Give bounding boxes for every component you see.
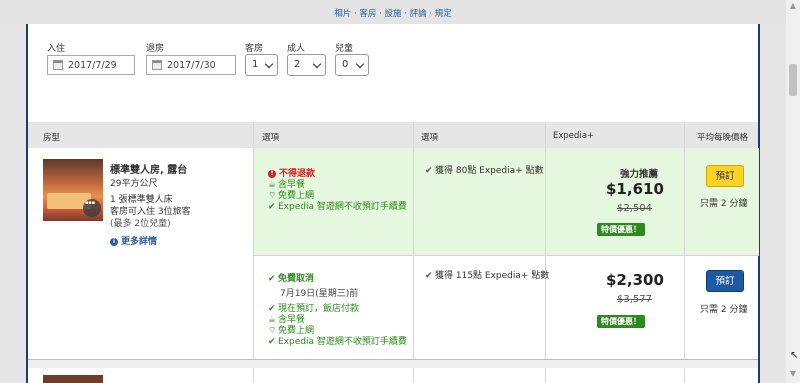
header-options-1: 選項: [262, 133, 280, 143]
check-icon: ✔: [425, 166, 433, 176]
check-icon: ✔: [268, 202, 276, 212]
header-expedia-plus: Expedia+: [553, 131, 595, 141]
rooms-label: 客房: [245, 44, 264, 54]
rate-1-deal-badge: 特價優惠！: [597, 223, 645, 236]
header-room-type: 房型: [43, 133, 61, 143]
children-value: 0: [342, 59, 349, 70]
no-fee-label: ✔ Expedia 智遊網不收預訂手續費: [268, 199, 407, 212]
room-children-note: (最多 2位兒童): [110, 219, 171, 229]
rate-2-option: Expedia 智遊網不收預訂手續費: [278, 337, 407, 347]
recommended-label: 強力推薦: [620, 169, 659, 180]
room-name: 標準雙人房, 露台: [110, 165, 188, 176]
rate-2-option: 免費取消: [278, 274, 315, 284]
row-divider: [253, 255, 759, 256]
no-fee-label: ✔ Expedia 智遊網不收預訂手續費: [268, 334, 407, 347]
chevron-down-icon: [355, 59, 365, 69]
rate-2-points-text: 獲得 115點 Expedia+ 點數: [435, 271, 550, 281]
rate-2-original-price: $3,577: [617, 294, 652, 305]
check-icon: ✔: [425, 271, 433, 281]
room-photo[interactable]: [43, 159, 103, 221]
rooms-select[interactable]: 1: [245, 54, 278, 76]
scroll-down-icon[interactable]: ▼: [787, 369, 799, 381]
rate-2-points: ✔ 獲得 115點 Expedia+ 點數: [425, 268, 549, 281]
calendar-icon: [152, 60, 162, 70]
rate-2-price: $2,300: [606, 271, 664, 289]
col-divider: [684, 122, 685, 383]
rate-2-deal-badge: 特價優惠！: [597, 315, 645, 328]
header-options-2: 選項: [421, 133, 439, 143]
adults-select[interactable]: 2: [287, 54, 326, 76]
more-details-link[interactable]: i 更多詳情: [110, 234, 157, 247]
col-divider: [253, 368, 254, 383]
rate-1-points-text: 獲得 80點 Expedia+ 點數: [435, 166, 544, 176]
rate-1-price: $1,610: [606, 180, 664, 198]
check-icon: ✔: [268, 274, 276, 284]
checkout-field[interactable]: 2017/7/30: [146, 55, 236, 75]
rate-1-points: ✔ 獲得 80點 Expedia+ 點數: [425, 163, 544, 176]
rate-1-original-price: $2,504: [617, 203, 652, 214]
col-divider: [545, 122, 546, 383]
gallery-icon[interactable]: [83, 199, 101, 217]
adults-label: 成人: [287, 44, 306, 54]
rate-2-urgency: 只需 2 分鐘: [700, 305, 748, 315]
free-cancel-label: ✔ 免費取消: [268, 271, 314, 284]
scrollbar-thumb[interactable]: [789, 64, 797, 96]
chevron-down-icon: [312, 59, 322, 69]
cancel-deadline: 7月19日(星期三)前: [280, 289, 359, 299]
checkin-label: 入住: [47, 44, 66, 54]
checkin-value: 2017/7/29: [68, 60, 117, 71]
col-divider: [253, 122, 254, 383]
children-label: 兒童: [335, 44, 354, 54]
rooms-value: 1: [252, 59, 259, 70]
scroll-up-icon[interactable]: ▲: [787, 1, 799, 13]
header-avg-price: 平均每晚價格: [697, 133, 749, 143]
calendar-icon: [53, 60, 63, 70]
chevron-down-icon: [264, 59, 274, 69]
room-size: 29平方公尺: [110, 179, 158, 189]
mouse-cursor-icon: ↖: [790, 350, 799, 361]
room-gap: [28, 360, 758, 368]
rate-1-urgency: 只需 2 分鐘: [700, 199, 748, 209]
children-select[interactable]: 0: [335, 54, 369, 76]
scrollbar[interactable]: [786, 0, 800, 383]
col-divider: [413, 122, 414, 383]
check-icon: ✔: [268, 337, 276, 347]
checkout-value: 2017/7/30: [167, 60, 216, 71]
adults-value: 2: [294, 59, 301, 70]
rate-1-option: Expedia 智遊網不收預訂手續費: [278, 202, 407, 212]
checkin-field[interactable]: 2017/7/29: [47, 55, 135, 75]
table-header: [28, 122, 758, 148]
section-nav-links[interactable]: 相片 · 客房 · 設施 · 評論 · 規定: [26, 7, 760, 19]
book-button-rate-1[interactable]: 預訂: [706, 165, 744, 187]
info-icon: i: [110, 237, 118, 246]
checkout-label: 退房: [146, 44, 165, 54]
room-photo-next[interactable]: [43, 375, 103, 383]
book-button-rate-2[interactable]: 預訂: [706, 270, 744, 292]
more-details-label: 更多詳情: [121, 237, 158, 247]
